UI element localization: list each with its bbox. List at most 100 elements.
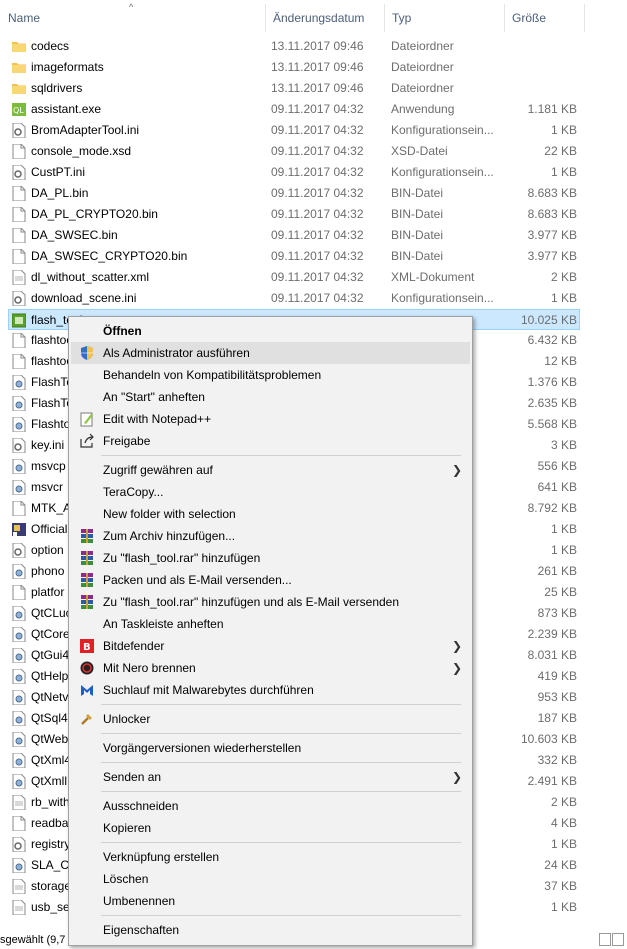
file-size: 24 KB (544, 858, 577, 872)
file-date: 13.11.2017 09:46 (271, 81, 364, 95)
menu-item-verknüpfung-erstellen[interactable]: Verknüpfung erstellen (71, 846, 470, 868)
file-row[interactable]: console_mode.xsd 09.11.2017 04:32 XSD-Date… (0, 141, 627, 162)
menu-item-eigenschaften[interactable]: Eigenschaften (71, 919, 470, 941)
file-icon (12, 815, 26, 832)
menu-item-öffnen[interactable]: Öffnen (71, 320, 470, 342)
column-header-size-label: Größe (512, 11, 547, 25)
file-row[interactable]: sqldrivers 13.11.2017 09:46 Dateiordner (0, 78, 627, 99)
menu-item-mit-nero-brennen[interactable]: Mit Nero brennen ❯ (71, 657, 470, 679)
file-type: BIN-Datei (391, 207, 444, 221)
column-header-type[interactable]: Typ (384, 0, 504, 36)
menu-item-bitdefender[interactable]: B Bitdefender ❯ (71, 635, 470, 657)
file-size: 10.603 KB (520, 732, 577, 746)
menu-item-an-taskleiste-anheften[interactable]: An Taskleiste anheften (71, 613, 470, 635)
file-size: 3.977 KB (527, 249, 577, 263)
column-header-date[interactable]: Änderungsdatum (265, 0, 385, 36)
file-size: 2.635 KB (527, 396, 577, 410)
menu-item-teracopy[interactable]: TeraCopy... (71, 481, 470, 503)
menu-item-behandeln-von-kompatibilitätsproblemen[interactable]: Behandeln von Kompatibilitätsproblemen (71, 364, 470, 386)
menu-item-zum-archiv-hinzufügen[interactable]: Zum Archiv hinzufügen... (71, 525, 470, 547)
file-row[interactable]: QL assistant.exe 09.11.2017 04:32 Anwendung… (0, 99, 627, 120)
file-row[interactable]: dl_without_scatter.xml 09.11.2017 04:32 XM… (0, 267, 627, 288)
menu-item-kopieren[interactable]: Kopieren (71, 817, 470, 839)
malwarebytes-icon (79, 682, 95, 698)
file-date: 09.11.2017 04:32 (271, 165, 364, 179)
file-type: BIN-Datei (391, 186, 444, 200)
shortcut-icon (12, 522, 26, 537)
file-row[interactable]: DA_PL_CRYPTO20.bin 09.11.2017 04:32 BIN-Da… (0, 204, 627, 225)
dll-icon (12, 605, 26, 622)
settings-file-icon (12, 122, 26, 139)
menu-item-senden-an[interactable]: Senden an ❯ (71, 766, 470, 788)
menu-item-als-administrator-ausführen[interactable]: Als Administrator ausführen (71, 342, 470, 364)
menu-item-new-folder-with-selection[interactable]: New folder with selection (71, 503, 470, 525)
menu-separator (101, 842, 461, 843)
menu-item-an-start-anheften[interactable]: An "Start" anheften (71, 386, 470, 408)
dll-icon (12, 626, 26, 643)
menu-separator (101, 762, 461, 763)
menu-item-freigabe[interactable]: Freigabe (71, 430, 470, 452)
file-size: 2.491 KB (527, 774, 577, 788)
dll-icon (12, 752, 26, 769)
file-row[interactable]: imageformats 13.11.2017 09:46 Dateiordner (0, 57, 627, 78)
xml-file-icon (12, 878, 26, 895)
file-icon (12, 206, 26, 223)
settings-file-icon (12, 836, 26, 853)
menu-item-label: Suchlauf mit Malwarebytes durchführen (103, 683, 314, 697)
file-row[interactable]: DA_PL.bin 09.11.2017 04:32 BIN-Datei 8.683 … (0, 183, 627, 204)
file-size: 1 KB (550, 543, 577, 557)
file-name: DA_SWSEC.bin (31, 228, 118, 242)
file-name: sqldrivers (31, 81, 83, 95)
file-size: 22 KB (544, 144, 577, 158)
menu-item-label: Behandeln von Kompatibilitätsproblemen (103, 368, 322, 382)
details-view-button[interactable] (599, 933, 611, 946)
file-size: 2 KB (550, 795, 577, 809)
column-header-size[interactable]: Größe (504, 0, 584, 36)
file-row[interactable]: download_scene.ini 09.11.2017 04:32 Konfig… (0, 288, 627, 309)
file-icon (12, 584, 26, 601)
dll-icon (12, 857, 26, 874)
column-header-bar: Name ^ Änderungsdatum Typ Größe (0, 0, 627, 36)
menu-item-löschen[interactable]: Löschen (71, 868, 470, 890)
menu-item-packen-und-als-e-mail-versenden[interactable]: Packen und als E-Mail versenden... (71, 569, 470, 591)
menu-item-label: Ausschneiden (103, 799, 179, 813)
file-size: 3 KB (550, 438, 577, 452)
menu-item-suchlauf-mit-malwarebytes-durchführen[interactable]: Suchlauf mit Malwarebytes durchführen (71, 679, 470, 701)
column-divider[interactable] (584, 4, 585, 32)
bitdefender-icon: B (79, 638, 95, 654)
menu-item-unlocker[interactable]: Unlocker (71, 708, 470, 730)
menu-item-label: Zum Archiv hinzufügen... (103, 529, 236, 543)
large-icons-view-button[interactable] (612, 933, 624, 946)
file-name: dl_without_scatter.xml (31, 270, 150, 284)
menu-item-edit-with-notepad[interactable]: Edit with Notepad++ (71, 408, 470, 430)
dll-icon (12, 374, 26, 391)
file-name: assistant.exe (31, 102, 102, 116)
file-row[interactable]: BromAdapterTool.ini 09.11.2017 04:32 Konfi… (0, 120, 627, 141)
menu-item-label: An Taskleiste anheften (103, 617, 224, 631)
file-date: 09.11.2017 04:32 (271, 291, 364, 305)
file-row[interactable]: DA_SWSEC_CRYPTO20.bin 09.11.2017 04:32 BIN… (0, 246, 627, 267)
menu-item-ausschneiden[interactable]: Ausschneiden (71, 795, 470, 817)
file-icon (12, 248, 26, 265)
file-type: BIN-Datei (391, 249, 444, 263)
menu-item-vorgängerversionen-wiederherstellen[interactable]: Vorgängerversionen wiederherstellen (71, 737, 470, 759)
nero-icon (79, 660, 95, 676)
svg-text:QL: QL (13, 106, 24, 115)
file-row[interactable]: DA_SWSEC.bin 09.11.2017 04:32 BIN-Datei 3.9… (0, 225, 627, 246)
file-size: 4 KB (550, 816, 577, 830)
menu-item-zu-flash-tool-rar-hinzufügen[interactable]: Zu "flash_tool.rar" hinzufügen (71, 547, 470, 569)
folder-icon (12, 60, 26, 75)
menu-item-label: TeraCopy... (103, 485, 164, 499)
dll-icon (12, 563, 26, 580)
unlocker-icon (79, 711, 95, 727)
exe-icon: QL (12, 102, 26, 117)
file-size: 12 KB (544, 354, 577, 368)
file-row[interactable]: codecs 13.11.2017 09:46 Dateiordner (0, 36, 627, 57)
menu-item-zugriff-gewähren-auf[interactable]: Zugriff gewähren auf ❯ (71, 459, 470, 481)
file-size: 332 KB (537, 753, 577, 767)
menu-item-zu-flash-tool-rar-hinzufügen-und-als-e-mail-versenden[interactable]: Zu "flash_tool.rar" hinzufügen und als E… (71, 591, 470, 613)
file-row[interactable]: CustPT.ini 09.11.2017 04:32 Konfigurations… (0, 162, 627, 183)
file-size: 37 KB (544, 879, 577, 893)
menu-item-umbenennen[interactable]: Umbenennen (71, 890, 470, 912)
menu-item-label: Als Administrator ausführen (103, 346, 250, 360)
